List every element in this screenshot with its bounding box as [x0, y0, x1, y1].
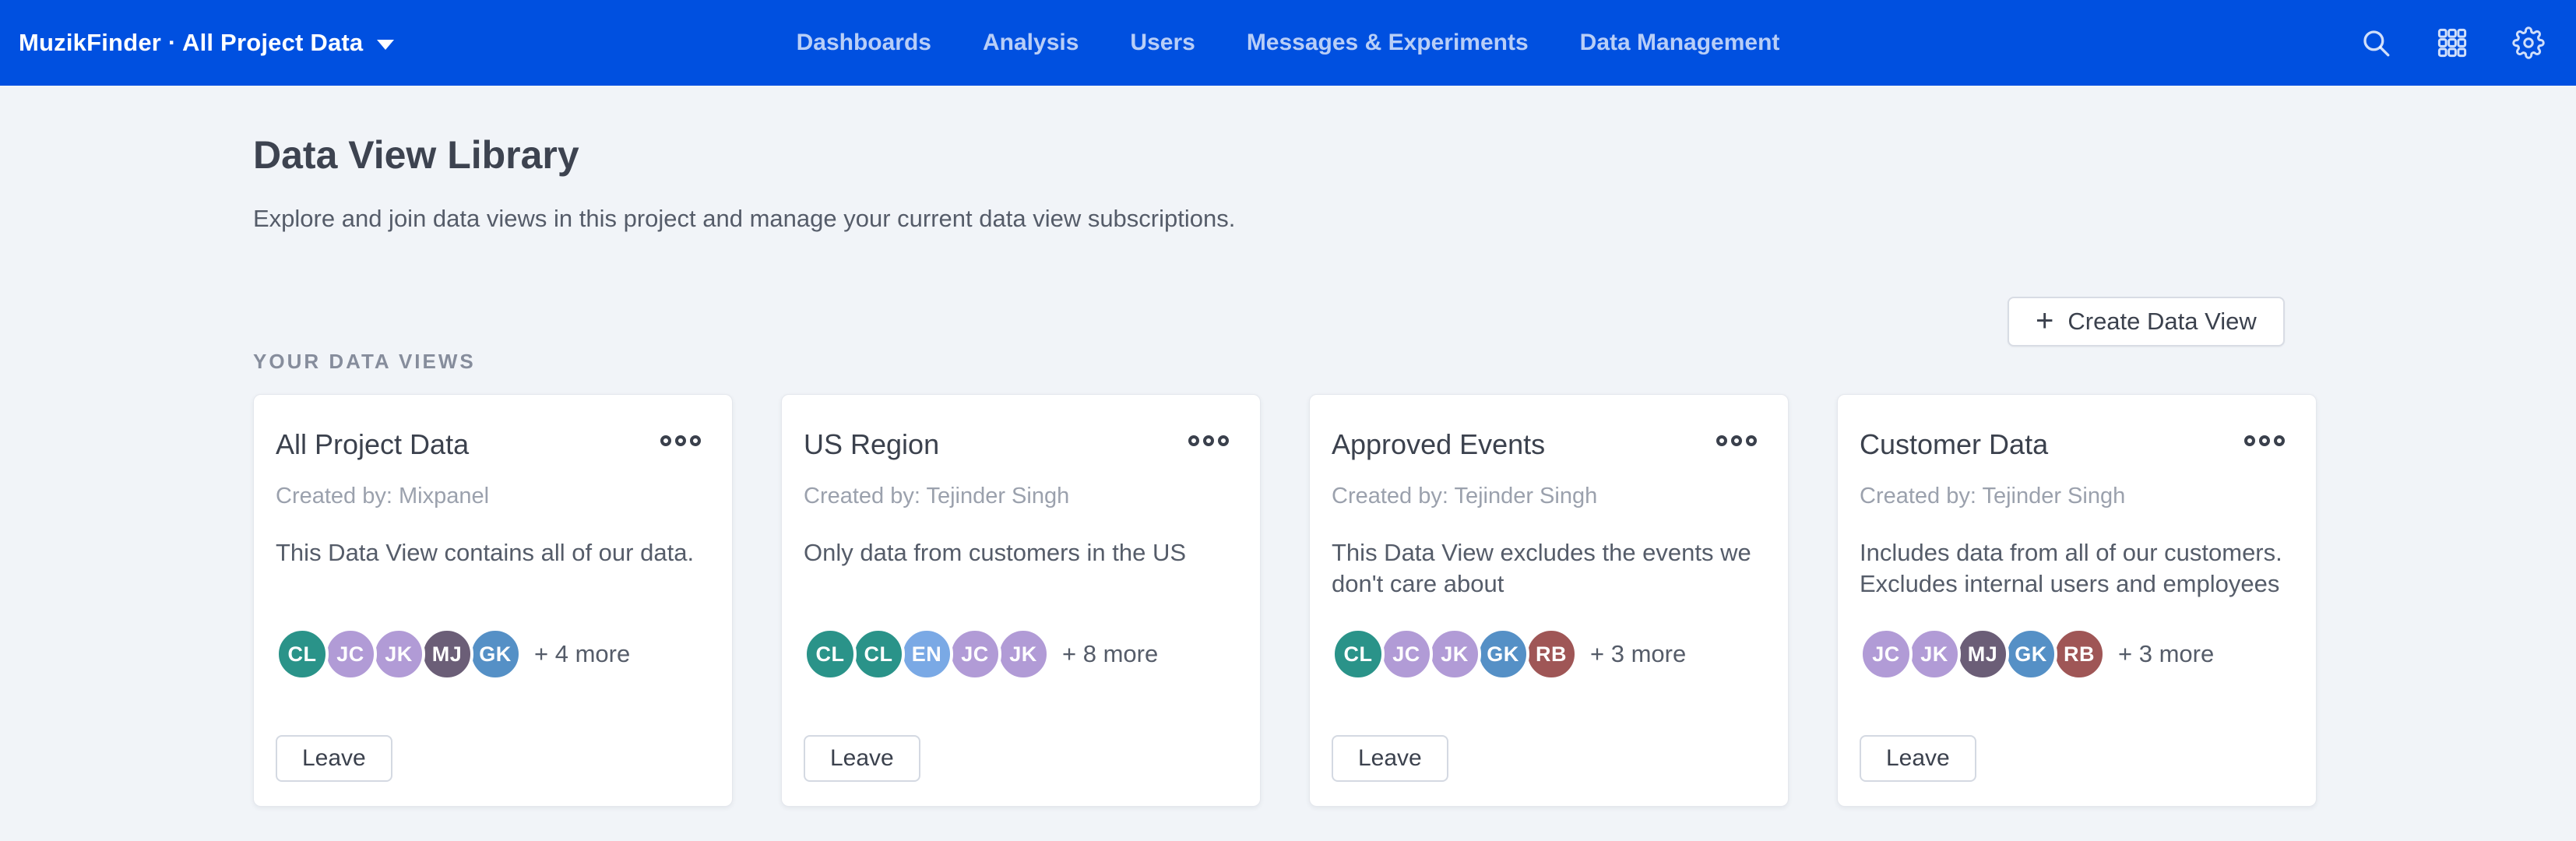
- avatar: JC: [948, 628, 1001, 681]
- section-label: YOUR DATA VIEWS: [253, 350, 2576, 374]
- topbar-icons: [2360, 26, 2545, 59]
- apps-grid-icon[interactable]: [2436, 26, 2469, 59]
- nav-item-users[interactable]: Users: [1130, 30, 1195, 56]
- avatar: JC: [1380, 628, 1433, 681]
- data-view-card: US Region Created by: Tejinder Singh Onl…: [781, 394, 1261, 807]
- data-view-card: All Project Data Created by: Mixpanel Th…: [253, 394, 733, 807]
- card-description: This Data View excludes the events we do…: [1332, 537, 1757, 628]
- avatar: RB: [1525, 628, 1578, 681]
- card-description: Includes data from all of our customers.…: [1860, 537, 2285, 628]
- card-menu-button[interactable]: [1188, 428, 1229, 446]
- card-created-by: Created by: Tejinder Singh: [1860, 484, 2285, 509]
- avatar-row: CL JC JK GK RB + 3 more: [1332, 628, 1757, 681]
- avatar: CL: [276, 628, 329, 681]
- card-menu-button[interactable]: [2244, 428, 2285, 446]
- avatar-stack: CL JC JK MJ GK: [276, 628, 522, 681]
- avatar: GK: [2004, 628, 2057, 681]
- leave-button[interactable]: Leave: [1332, 735, 1448, 782]
- card-title: US Region: [804, 428, 939, 461]
- more-members-label: + 3 more: [1590, 640, 1686, 668]
- project-switcher[interactable]: MuzikFinder · All Project Data: [0, 29, 394, 57]
- data-view-card: Approved Events Created by: Tejinder Sin…: [1309, 394, 1789, 807]
- nav-item-data-management[interactable]: Data Management: [1580, 30, 1780, 56]
- ellipsis-dot-icon: [675, 435, 686, 446]
- avatar-stack: CL CL EN JC JK: [804, 628, 1050, 681]
- avatar: CL: [1332, 628, 1385, 681]
- avatar-stack: JC JK MJ GK RB: [1860, 628, 2106, 681]
- ellipsis-dot-icon: [2274, 435, 2285, 446]
- avatar: JK: [1908, 628, 1961, 681]
- avatar: GK: [469, 628, 522, 681]
- create-data-view-button[interactable]: + Create Data View: [2008, 297, 2285, 347]
- chevron-down-icon: [377, 40, 394, 50]
- avatar: JK: [997, 628, 1050, 681]
- topbar: MuzikFinder · All Project Data Dashboard…: [0, 0, 2576, 86]
- settings-gear-icon[interactable]: [2512, 26, 2545, 59]
- avatar: EN: [900, 628, 953, 681]
- avatar-row: CL CL EN JC JK + 8 more: [804, 628, 1229, 681]
- avatar: JK: [372, 628, 425, 681]
- ellipsis-dot-icon: [1218, 435, 1229, 446]
- card-title: Approved Events: [1332, 428, 1545, 461]
- avatar-row: JC JK MJ GK RB + 3 more: [1860, 628, 2285, 681]
- ellipsis-dot-icon: [1203, 435, 1214, 446]
- ellipsis-dot-icon: [2259, 435, 2270, 446]
- card-menu-button[interactable]: [1716, 428, 1757, 446]
- ellipsis-dot-icon: [1731, 435, 1742, 446]
- search-icon[interactable]: [2360, 26, 2392, 59]
- ellipsis-dot-icon: [690, 435, 701, 446]
- avatar: GK: [1476, 628, 1529, 681]
- card-title: All Project Data: [276, 428, 469, 461]
- ellipsis-dot-icon: [1188, 435, 1199, 446]
- leave-button[interactable]: Leave: [1860, 735, 1976, 782]
- card-description: Only data from customers in the US: [804, 537, 1229, 628]
- avatar-row: CL JC JK MJ GK + 4 more: [276, 628, 701, 681]
- leave-button[interactable]: Leave: [276, 735, 392, 782]
- leave-button[interactable]: Leave: [804, 735, 920, 782]
- avatar-stack: CL JC JK GK RB: [1332, 628, 1578, 681]
- avatar: CL: [804, 628, 857, 681]
- more-members-label: + 3 more: [2118, 640, 2214, 668]
- avatar: MJ: [1956, 628, 2009, 681]
- create-data-view-label: Create Data View: [2067, 308, 2256, 336]
- avatar: JK: [1428, 628, 1481, 681]
- avatar: CL: [852, 628, 905, 681]
- top-nav: Dashboards Analysis Users Messages & Exp…: [797, 30, 1780, 56]
- card-created-by: Created by: Tejinder Singh: [804, 484, 1229, 509]
- ellipsis-dot-icon: [1746, 435, 1757, 446]
- project-switcher-label: MuzikFinder · All Project Data: [19, 29, 363, 57]
- ellipsis-dot-icon: [2244, 435, 2255, 446]
- data-view-library-page: MuzikFinder · All Project Data Dashboard…: [0, 0, 2576, 841]
- nav-item-analysis[interactable]: Analysis: [983, 30, 1079, 56]
- card-description: This Data View contains all of our data.: [276, 537, 701, 628]
- avatar: JC: [1860, 628, 1913, 681]
- ellipsis-dot-icon: [660, 435, 671, 446]
- data-view-card: Customer Data Created by: Tejinder Singh…: [1837, 394, 2317, 807]
- avatar: RB: [2053, 628, 2106, 681]
- main-content: Data View Library Explore and join data …: [0, 86, 2576, 807]
- card-created-by: Created by: Tejinder Singh: [1332, 484, 1757, 509]
- ellipsis-dot-icon: [1716, 435, 1727, 446]
- nav-item-messages-experiments[interactable]: Messages & Experiments: [1247, 30, 1529, 56]
- page-title: Data View Library: [253, 134, 2576, 177]
- avatar: JC: [324, 628, 377, 681]
- page-subtitle: Explore and join data views in this proj…: [253, 205, 2576, 233]
- data-view-cards: All Project Data Created by: Mixpanel Th…: [253, 394, 2576, 807]
- card-menu-button[interactable]: [660, 428, 701, 446]
- more-members-label: + 4 more: [534, 640, 630, 668]
- card-created-by: Created by: Mixpanel: [276, 484, 701, 509]
- card-title: Customer Data: [1860, 428, 2048, 461]
- plus-icon: +: [2036, 305, 2053, 336]
- more-members-label: + 8 more: [1062, 640, 1158, 668]
- avatar: MJ: [421, 628, 473, 681]
- nav-item-dashboards[interactable]: Dashboards: [797, 30, 931, 56]
